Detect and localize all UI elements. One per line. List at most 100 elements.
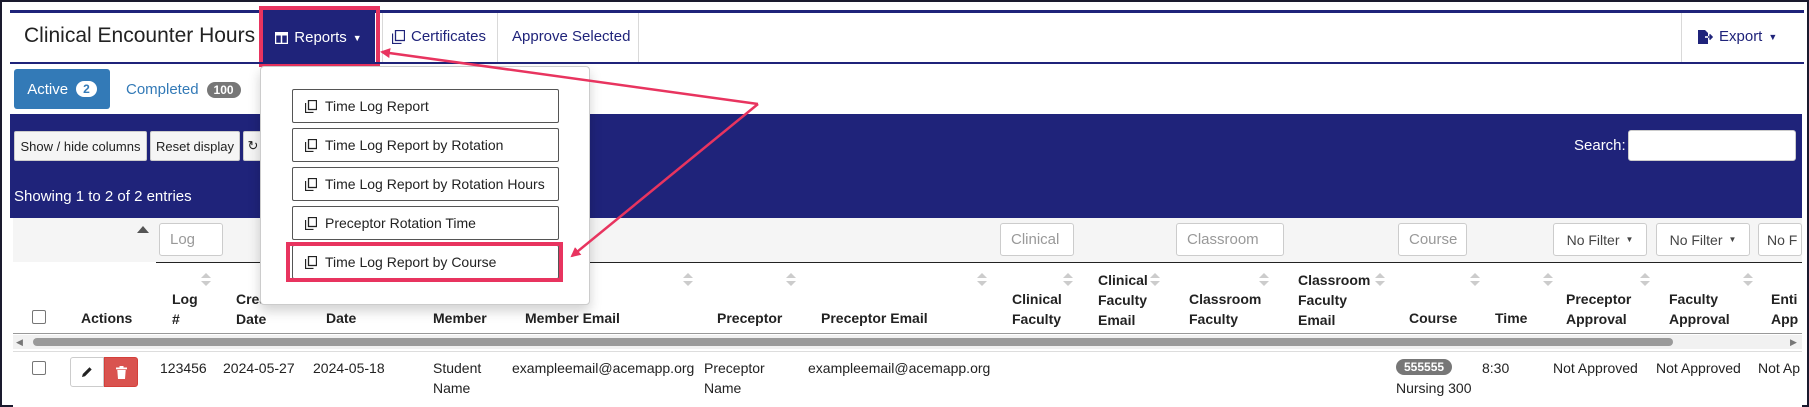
cell-faculty-approval: Not Approved bbox=[1656, 360, 1741, 376]
header-line: Approval bbox=[1566, 311, 1627, 327]
export-dropdown-button[interactable]: Export ▼ bbox=[1697, 28, 1777, 45]
header-line: Email bbox=[1298, 312, 1336, 328]
header-entity-approval[interactable]: Enti App bbox=[1771, 289, 1798, 329]
trash-icon bbox=[115, 365, 127, 379]
show-hide-columns-button[interactable]: Show / hide columns bbox=[14, 131, 147, 161]
sort-icon[interactable] bbox=[1470, 273, 1480, 287]
tab-completed[interactable]: Completed 100 bbox=[126, 81, 241, 98]
cell-date: 2024-05-18 bbox=[313, 360, 385, 376]
sort-icon[interactable] bbox=[201, 273, 211, 287]
log-filter-input[interactable]: Log bbox=[159, 223, 223, 256]
approve-selected-link[interactable]: Approve Selected bbox=[512, 28, 630, 45]
header-line: Classroom bbox=[1189, 291, 1262, 307]
classroom-filter-input[interactable]: Classroom bbox=[1176, 223, 1284, 256]
sort-icon[interactable] bbox=[1150, 273, 1160, 287]
menu-item-label: Time Log Report bbox=[325, 98, 429, 114]
filter-select-label: No Filter bbox=[1669, 231, 1723, 248]
header-member[interactable]: Member bbox=[433, 308, 487, 328]
sort-icon[interactable] bbox=[1543, 273, 1553, 287]
nav-divider bbox=[1681, 13, 1682, 62]
header-clinical-faculty-email[interactable]: Clinical Faculty Email bbox=[1098, 270, 1148, 330]
menu-item-time-log-report-by-rotation[interactable]: Time Log Report by Rotation bbox=[292, 128, 559, 162]
scroll-right-icon[interactable]: ▶ bbox=[1790, 337, 1797, 348]
header-preceptor-approval[interactable]: Preceptor Approval bbox=[1566, 289, 1631, 329]
sort-asc-icon[interactable] bbox=[137, 226, 149, 233]
menu-item-time-log-report-by-rotation-hours[interactable]: Time Log Report by Rotation Hours bbox=[292, 167, 559, 201]
caret-down-icon: ▼ bbox=[1625, 235, 1634, 244]
sort-icon[interactable] bbox=[1375, 273, 1385, 287]
header-log[interactable]: Log # bbox=[172, 289, 198, 329]
header-bottom-border bbox=[13, 333, 1802, 334]
reports-highlight-box bbox=[259, 6, 380, 67]
tab-active[interactable]: Active 2 bbox=[14, 69, 110, 109]
header-course[interactable]: Course bbox=[1409, 308, 1457, 328]
cell-line: Student bbox=[433, 360, 482, 376]
scrollbar-thumb[interactable] bbox=[33, 338, 1673, 346]
header-faculty-approval[interactable]: Faculty Approval bbox=[1669, 289, 1730, 329]
cell-line: Name bbox=[433, 380, 471, 396]
row-checkbox[interactable] bbox=[32, 361, 46, 375]
sort-icon[interactable] bbox=[977, 273, 987, 287]
certificates-link[interactable]: Certificates bbox=[392, 28, 486, 45]
delete-button[interactable] bbox=[104, 357, 138, 387]
sort-icon[interactable] bbox=[1640, 273, 1650, 287]
sort-icon[interactable] bbox=[1743, 273, 1753, 287]
header-line: Faculty bbox=[1012, 311, 1062, 327]
cell-course-name: Nursing 300 bbox=[1396, 380, 1472, 396]
sort-icon[interactable] bbox=[1063, 273, 1073, 287]
nav-underline bbox=[10, 62, 1804, 64]
clinical-filter-input[interactable]: Clinical bbox=[1000, 223, 1074, 256]
edit-button[interactable] bbox=[70, 357, 104, 387]
header-line: Faculty bbox=[1189, 311, 1239, 327]
header-classroom-faculty-email[interactable]: Classroom Faculty Email bbox=[1298, 270, 1370, 330]
header-member-email[interactable]: Member Email bbox=[525, 308, 620, 328]
certificates-label: Certificates bbox=[411, 28, 487, 45]
header-preceptor[interactable]: Preceptor bbox=[717, 308, 782, 328]
header-line: Faculty bbox=[1669, 291, 1719, 307]
sort-icon[interactable] bbox=[786, 273, 796, 287]
course-report-highlight-box bbox=[286, 242, 563, 282]
export-label: Export bbox=[1719, 28, 1763, 45]
menu-item-label: Time Log Report by Rotation bbox=[325, 137, 504, 153]
cell-log: 123456 bbox=[160, 360, 207, 376]
reset-display-button[interactable]: Reset display bbox=[150, 131, 240, 161]
menu-item-time-log-report[interactable]: Time Log Report bbox=[292, 89, 559, 123]
row-border bbox=[13, 351, 1802, 352]
preceptor-approval-filter-select[interactable]: No Filter ▼ bbox=[1553, 223, 1647, 256]
header-line: Faculty bbox=[1298, 292, 1348, 308]
cell-line: Preceptor bbox=[704, 360, 765, 376]
copy-icon bbox=[305, 138, 317, 152]
page-title: Clinical Encounter Hours bbox=[24, 24, 256, 47]
cell-created: 2024-05-27 bbox=[223, 360, 295, 376]
copy-icon bbox=[305, 177, 317, 191]
header-line: Faculty bbox=[1098, 292, 1148, 308]
file-export-icon bbox=[1698, 29, 1713, 44]
header-clinical-faculty[interactable]: Clinical Faculty bbox=[1012, 289, 1062, 329]
entity-approval-filter-select[interactable]: No F bbox=[1758, 223, 1802, 256]
menu-item-preceptor-rotation-time[interactable]: Preceptor Rotation Time bbox=[292, 206, 559, 240]
tab-completed-count: 100 bbox=[206, 81, 241, 98]
select-all-checkbox[interactable] bbox=[32, 310, 46, 324]
cell-entity-approval: Not Ap bbox=[1758, 360, 1801, 376]
header-created-line2: Date bbox=[236, 311, 267, 327]
sort-icon[interactable] bbox=[1259, 273, 1269, 287]
header-classroom-faculty[interactable]: Classroom Faculty bbox=[1189, 289, 1261, 329]
search-label: Search: bbox=[1574, 137, 1626, 154]
cell-preceptor-approval: Not Approved bbox=[1553, 360, 1638, 376]
filter-select-label: No F bbox=[1767, 231, 1798, 248]
header-preceptor-email[interactable]: Preceptor Email bbox=[821, 308, 928, 328]
header-time[interactable]: Time bbox=[1495, 308, 1527, 328]
faculty-approval-filter-select[interactable]: No Filter ▼ bbox=[1656, 223, 1750, 256]
header-actions: Actions bbox=[81, 310, 133, 326]
horizontal-scrollbar[interactable]: ◀ ▶ bbox=[13, 335, 1802, 349]
header-log-line2: # bbox=[172, 311, 180, 327]
header-line: Clinical bbox=[1098, 272, 1148, 288]
header-date[interactable]: Date bbox=[326, 308, 356, 328]
copy-icon bbox=[305, 99, 317, 113]
sort-icon[interactable] bbox=[683, 273, 693, 287]
search-input[interactable] bbox=[1628, 130, 1796, 161]
scroll-left-icon[interactable]: ◀ bbox=[16, 337, 23, 348]
pencil-icon bbox=[82, 367, 92, 377]
header-line: Classroom bbox=[1298, 272, 1371, 288]
course-filter-input[interactable]: Course bbox=[1398, 223, 1467, 256]
